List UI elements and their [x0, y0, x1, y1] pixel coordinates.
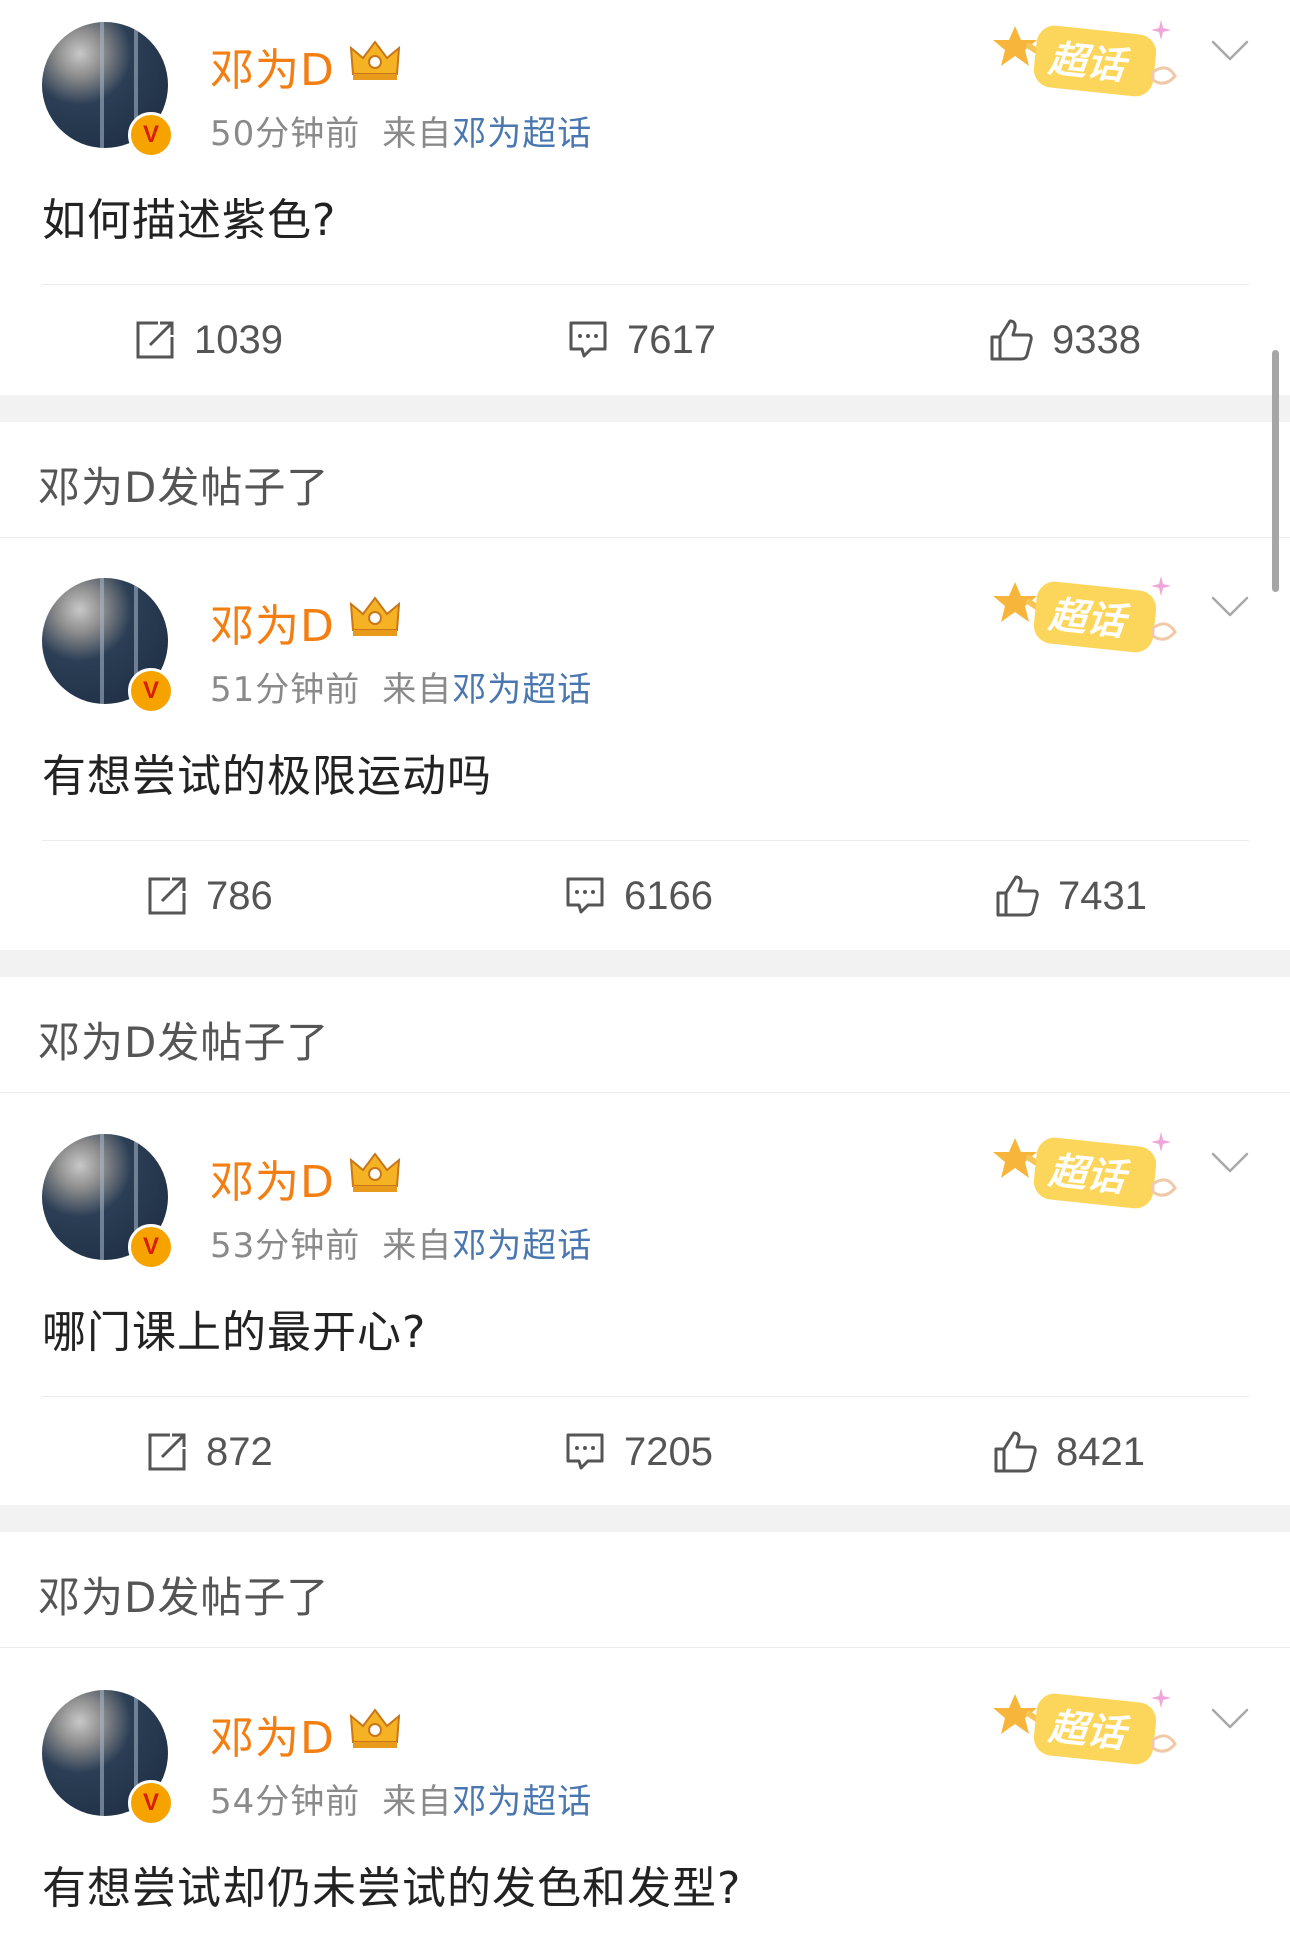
like-count: 8421	[1056, 1429, 1145, 1474]
post-time: 51分钟前	[210, 670, 361, 710]
repost-button[interactable]: 1039	[134, 285, 283, 395]
supertopic-label: 超话	[1046, 592, 1132, 644]
thumbs-up-icon	[994, 1431, 1037, 1473]
comment-button[interactable]: 7205	[564, 1397, 713, 1507]
chevron-down-icon[interactable]	[1210, 1150, 1250, 1176]
verified-v-icon: V	[128, 1780, 174, 1826]
repost-button[interactable]: 872	[146, 1397, 273, 1507]
username[interactable]: 邓为D	[210, 1146, 335, 1210]
repost-button[interactable]: 786	[146, 841, 273, 951]
supertopic-badge[interactable]: 超话	[985, 564, 1185, 664]
section-header-text: 邓为D发帖子了	[38, 1573, 330, 1622]
supertopic-label: 超话	[1046, 1704, 1132, 1756]
post-time: 50分钟前	[210, 114, 361, 154]
section-header: 邓为D发帖子了	[0, 422, 1290, 538]
repost-count: 1039	[194, 317, 283, 362]
comment-button[interactable]: 6166	[564, 841, 713, 951]
crown-icon	[349, 596, 401, 636]
action-bar: 786 6166 7431	[42, 840, 1249, 951]
thumbs-up-icon	[996, 875, 1039, 917]
comment-button[interactable]: 7617	[567, 285, 716, 395]
verified-v-icon: V	[128, 1224, 174, 1270]
crown-icon	[349, 40, 401, 80]
username[interactable]: 邓为D	[210, 1702, 335, 1766]
supertopic-badge[interactable]: 超话	[985, 1120, 1185, 1220]
source-link[interactable]: 邓为超话	[452, 1782, 592, 1822]
username[interactable]: 邓为D	[210, 590, 335, 654]
post-time: 53分钟前	[210, 1226, 361, 1266]
post-meta: 54分钟前 来自邓为超话	[210, 1774, 592, 1823]
comment-count: 6166	[624, 873, 713, 918]
section-header: 邓为D发帖子了	[0, 1532, 1290, 1648]
post-text[interactable]: 有想尝试却仍未尝试的发色和发型?	[42, 1852, 741, 1916]
like-button[interactable]: 7431	[994, 841, 1147, 951]
section-header: 邓为D发帖子了	[0, 977, 1290, 1093]
section-header-text: 邓为D发帖子了	[38, 1018, 330, 1067]
action-bar: 872 7205 8421	[42, 1396, 1249, 1507]
repost-count: 786	[206, 873, 273, 918]
section-header-text: 邓为D发帖子了	[38, 463, 330, 512]
post[interactable]: V 邓为D 53分钟前 来自邓为超话 超话 哪门课上的最开心? 872 7205…	[0, 1112, 1290, 1505]
chevron-down-icon[interactable]	[1210, 594, 1250, 620]
chevron-down-icon[interactable]	[1210, 1706, 1250, 1732]
source-link[interactable]: 邓为超话	[452, 670, 592, 710]
post-time: 54分钟前	[210, 1782, 361, 1822]
post[interactable]: V 邓为D 54分钟前 来自邓为超话 超话 有想尝试却仍未尝试的发色和发型?	[0, 1668, 1290, 1951]
repost-icon	[136, 321, 174, 359]
crown-icon	[349, 1708, 401, 1748]
post[interactable]: V 邓为D 51分钟前 来自邓为超话 超话 有想尝试的极限运动吗 786 616…	[0, 556, 1290, 950]
like-button[interactable]: 8421	[992, 1397, 1145, 1507]
post-text[interactable]: 哪门课上的最开心?	[42, 1296, 426, 1360]
source-prefix: 来自	[382, 1782, 453, 1822]
scrollbar[interactable]	[1272, 350, 1279, 592]
feed-divider	[0, 950, 1290, 977]
username[interactable]: 邓为D	[210, 34, 335, 98]
comment-count: 7617	[627, 317, 716, 362]
repost-count: 872	[206, 1429, 273, 1474]
post-meta: 53分钟前 来自邓为超话	[210, 1218, 592, 1267]
supertopic-label: 超话	[1046, 1148, 1132, 1200]
repost-icon	[148, 877, 186, 915]
chevron-down-icon[interactable]	[1210, 38, 1250, 64]
source-prefix: 来自	[382, 114, 453, 154]
post-text[interactable]: 有想尝试的极限运动吗	[42, 740, 492, 804]
repost-icon	[148, 1433, 186, 1471]
thumbs-up-icon	[990, 319, 1033, 361]
verified-v-icon: V	[128, 668, 174, 714]
action-bar: 1039 7617 9338	[42, 284, 1249, 395]
comment-count: 7205	[624, 1429, 713, 1474]
supertopic-badge[interactable]: 超话	[985, 8, 1185, 108]
source-link[interactable]: 邓为超话	[452, 114, 592, 154]
supertopic-badge[interactable]: 超话	[985, 1676, 1185, 1776]
source-link[interactable]: 邓为超话	[452, 1226, 592, 1266]
comment-icon	[566, 1433, 604, 1470]
post-meta: 51分钟前 来自邓为超话	[210, 662, 592, 711]
like-count: 9338	[1052, 317, 1141, 362]
source-prefix: 来自	[382, 1226, 453, 1266]
post[interactable]: V 邓为D 50分钟前 来自邓为超话 超话 如何描述紫色? 1039 7617 …	[0, 0, 1290, 395]
like-button[interactable]: 9338	[988, 285, 1141, 395]
post-meta: 50分钟前 来自邓为超话	[210, 106, 592, 155]
comment-icon	[569, 321, 607, 358]
supertopic-label: 超话	[1046, 36, 1132, 88]
comment-icon	[566, 877, 604, 914]
feed-divider	[0, 1505, 1290, 1532]
source-prefix: 来自	[382, 670, 453, 710]
post-text[interactable]: 如何描述紫色?	[42, 184, 336, 248]
verified-v-icon: V	[128, 112, 174, 158]
like-count: 7431	[1058, 873, 1147, 918]
crown-icon	[349, 1152, 401, 1192]
feed-divider	[0, 395, 1290, 422]
